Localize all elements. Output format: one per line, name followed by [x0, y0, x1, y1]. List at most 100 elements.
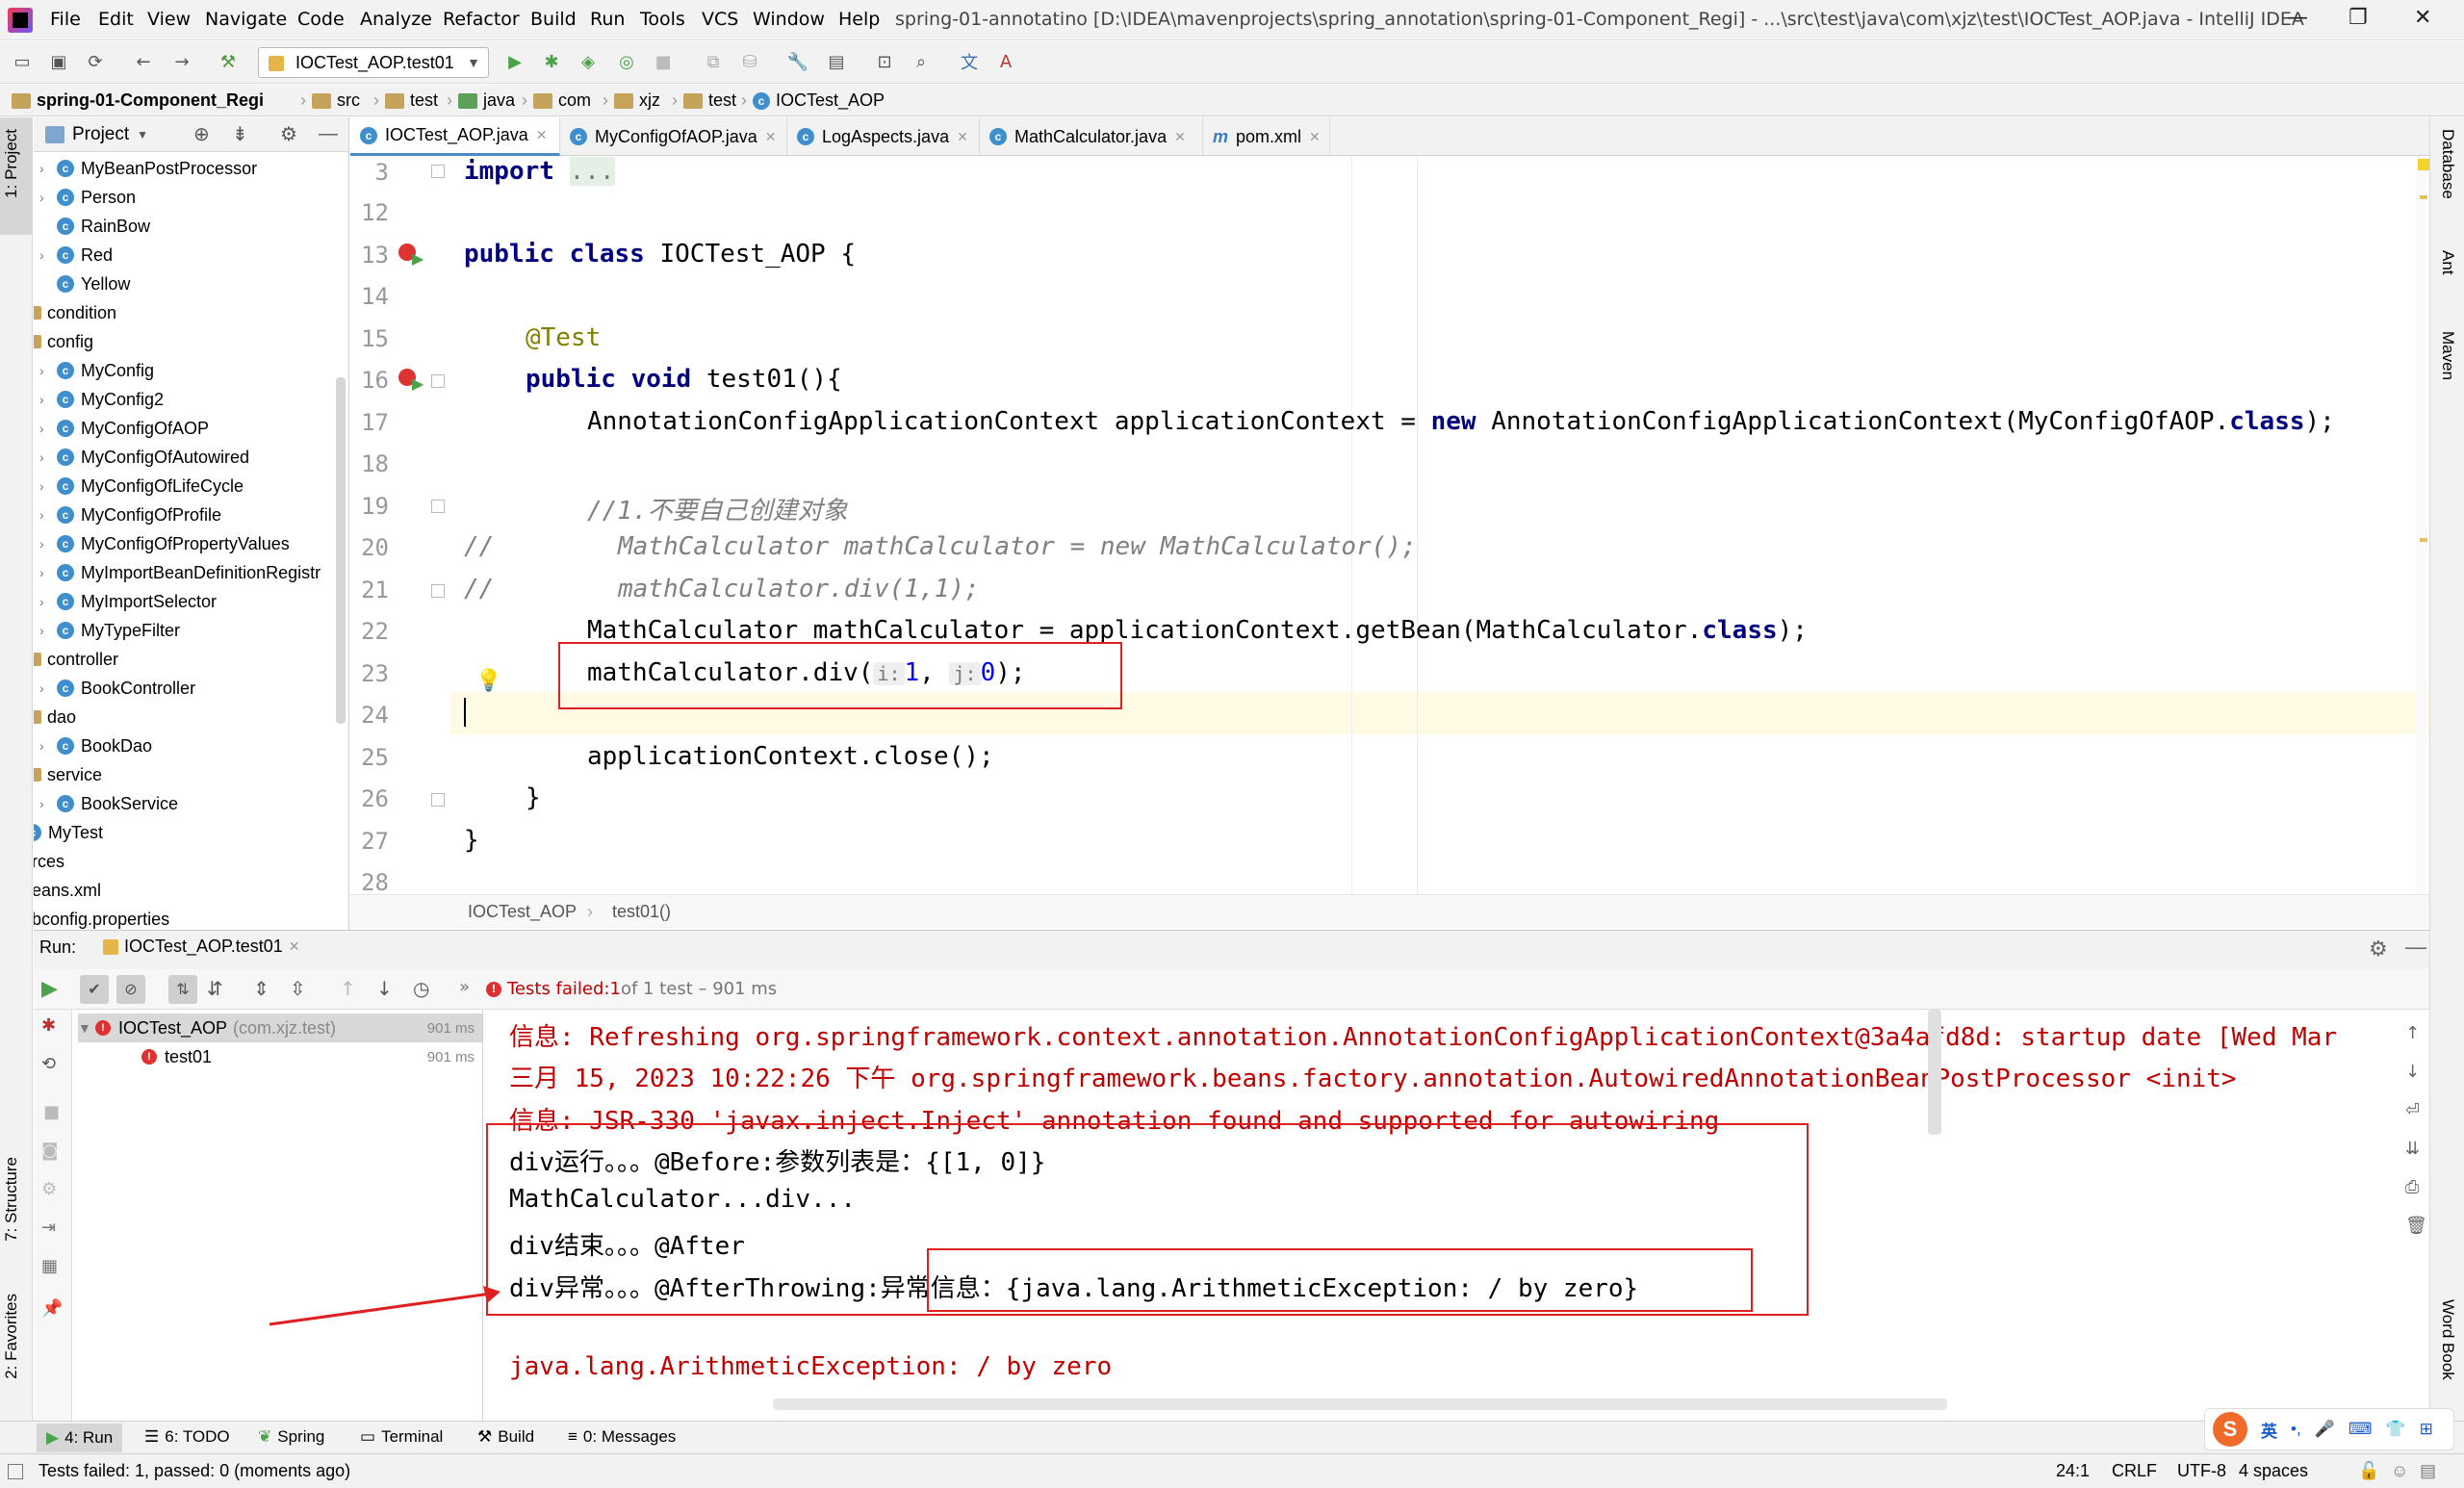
menu-run[interactable]: Run — [590, 9, 625, 30]
close-tab-icon[interactable]: ✕ — [1174, 129, 1186, 145]
tool-tab-build[interactable]: ⚒ Build — [477, 1427, 534, 1447]
menu-edit[interactable]: Edit — [98, 9, 134, 30]
ime-lang-icon[interactable]: 英 — [2261, 1418, 2277, 1442]
editor-scrollbar-track[interactable] — [2416, 157, 2427, 894]
breadcrumb-com[interactable]: › com — [522, 90, 591, 111]
menu-analyze[interactable]: Analyze — [360, 9, 432, 30]
fold-icon[interactable] — [431, 165, 445, 178]
chevron-right-icon[interactable]: › — [39, 421, 57, 436]
lock-icon[interactable]: 🔓 — [2358, 1461, 2379, 1481]
event-log-icon[interactable]: ▤ — [2420, 1461, 2436, 1481]
close-tab-icon[interactable]: ✕ — [957, 129, 968, 145]
breadcrumb-java[interactable]: › java — [447, 90, 515, 111]
run-config-select[interactable]: IOCTest_AOP.test01 ▼ — [258, 47, 489, 78]
tree-folder-item[interactable]: service — [34, 760, 102, 789]
tree-file-item[interactable]: › c BookController — [39, 674, 195, 703]
tree-file-item[interactable]: › c MyImportBeanDefinitionRegistr — [39, 558, 321, 587]
build-hammer-icon[interactable]: ⚒ — [216, 49, 241, 74]
run-gutter-icon[interactable]: ▶ — [412, 374, 424, 393]
ime-toolbar[interactable]: S 英 •, 🎤 ⌨ 👕 ⊞ — [2204, 1408, 2454, 1450]
breadcrumb-test[interactable]: › test — [373, 90, 438, 111]
tab-mathcalculator[interactable]: c MathCalculator.java ✕ — [980, 117, 1203, 156]
fold-icon[interactable] — [431, 374, 445, 388]
tree-file-item[interactable]: › c Red — [39, 241, 113, 269]
tree-file-item[interactable]: › c MyConfig — [39, 356, 154, 385]
next-failed-icon[interactable]: ↓ — [376, 977, 393, 1000]
attach-icon[interactable]: ⧉ — [701, 49, 726, 74]
tree-file-item[interactable]: c Yellow — [39, 269, 130, 298]
tree-file-item[interactable]: › c MyConfigOfAOP — [39, 414, 209, 443]
menu-file[interactable]: File — [50, 9, 81, 30]
deploy-icon[interactable]: ⛁ — [737, 49, 762, 74]
menu-vcs[interactable]: VCS — [702, 9, 738, 30]
line-separator[interactable]: CRLF — [2112, 1461, 2157, 1481]
debug-rerun-icon[interactable]: ✱ — [41, 1015, 56, 1036]
test-case-row[interactable]: ! test01 901 ms — [78, 1042, 482, 1071]
chevron-right-icon[interactable]: › — [39, 161, 57, 176]
menu-code[interactable]: Code — [297, 9, 345, 30]
close-tab-icon[interactable]: ✕ — [1309, 129, 1321, 145]
tool-tab-spring[interactable]: ❦ Spring — [258, 1427, 324, 1447]
fold-icon[interactable] — [431, 793, 445, 807]
export-icon[interactable]: ⇥ — [41, 1218, 56, 1238]
close-tab-icon[interactable]: ✕ — [765, 129, 777, 145]
menu-view[interactable]: View — [147, 9, 191, 30]
wrench-icon[interactable]: 🔧 — [785, 49, 810, 74]
chevron-right-icon[interactable]: › — [39, 565, 57, 580]
show-passed-icon[interactable]: ✔ — [80, 975, 109, 1004]
scroll-to-end-icon[interactable]: ⇊ — [2405, 1139, 2420, 1159]
sort-alpha-icon[interactable]: ⇅ — [168, 975, 197, 1004]
sync-icon[interactable]: ⟳ — [83, 49, 108, 74]
chevron-right-icon[interactable]: › — [39, 796, 57, 811]
tab-logaspects[interactable]: c LogAspects.java ✕ — [787, 117, 980, 156]
chevron-right-icon[interactable]: › — [39, 507, 57, 523]
tree-file-item[interactable]: beans.xml — [34, 876, 101, 905]
breadcrumb-xjz[interactable]: › xjz — [603, 90, 660, 111]
coverage-icon[interactable]: ◈ — [576, 49, 601, 74]
skin-icon[interactable]: 👕 — [2385, 1420, 2405, 1439]
project-scrollbar[interactable] — [336, 377, 346, 724]
chevron-right-icon[interactable]: › — [39, 738, 57, 754]
translate-icon[interactable]: 文 — [957, 49, 982, 74]
tree-file-item[interactable]: › c MyConfigOfPropertyValues — [39, 529, 290, 558]
chevron-right-icon[interactable]: › — [39, 190, 57, 205]
terminal-icon[interactable]: ⊡ — [872, 49, 897, 74]
hide-icon[interactable]: — — [319, 123, 338, 145]
settings-icon[interactable]: ⚙ — [41, 1179, 57, 1199]
tree-file-item[interactable]: › c BookService — [39, 789, 178, 818]
tool-tab-messages[interactable]: ≡ 0: Messages — [568, 1427, 676, 1447]
tree-folder-item[interactable]: controller — [34, 645, 118, 674]
tool-window-maven[interactable]: Maven — [2438, 331, 2457, 380]
caret-position[interactable]: 24:1 — [2056, 1461, 2090, 1481]
tree-folder-item[interactable]: condition — [34, 298, 116, 327]
hide-icon[interactable]: — — [2405, 935, 2426, 960]
chevron-right-icon[interactable]: › — [39, 536, 57, 552]
menu-refactor[interactable]: Refactor — [443, 9, 520, 30]
grid-icon[interactable]: ⊞ — [2420, 1420, 2433, 1439]
ime-punct-icon[interactable]: •, — [2291, 1420, 2301, 1439]
console-scrollbar[interactable] — [1928, 1010, 1941, 1135]
open-folder-icon[interactable]: ▭ — [10, 49, 35, 74]
scroll-up-icon[interactable]: ↑ — [2405, 1023, 2420, 1043]
chevron-right-icon[interactable]: › — [39, 247, 57, 263]
back-icon[interactable]: ← — [131, 49, 156, 74]
menu-build[interactable]: Build — [530, 9, 577, 30]
trash-icon[interactable]: 🗑 — [2405, 1216, 2427, 1236]
inspector-icon[interactable]: ☺ — [2391, 1461, 2408, 1481]
tree-folder-item[interactable]: dao — [34, 703, 76, 731]
chevron-down-icon[interactable]: ▼ — [137, 128, 148, 141]
translate-alt-icon[interactable]: A — [993, 49, 1018, 74]
tool-tab-run[interactable]: ▶ 4: Run — [37, 1424, 123, 1452]
stop-icon[interactable]: ■ — [651, 49, 676, 74]
tool-window-favorites[interactable]: 2: Favorites — [2, 1294, 21, 1379]
lightbulb-icon[interactable]: 💡 — [475, 669, 501, 693]
chevron-right-icon[interactable]: › — [39, 594, 57, 609]
tab-myconfigofaop[interactable]: c MyConfigOfAOP.java ✕ — [560, 117, 787, 156]
tree-file-item[interactable]: c MyTest — [34, 818, 103, 847]
search-icon[interactable]: ⌕ — [909, 49, 934, 74]
tool-window-ant[interactable]: Ant — [2438, 250, 2457, 275]
tree-file-item[interactable]: › c MyImportSelector — [39, 587, 217, 616]
keyboard-icon[interactable]: ⌨ — [2348, 1420, 2373, 1439]
breadcrumb-class[interactable]: › c IOCTest_AOP — [741, 90, 885, 111]
collapse-all-icon[interactable]: ⇟ — [232, 122, 248, 146]
